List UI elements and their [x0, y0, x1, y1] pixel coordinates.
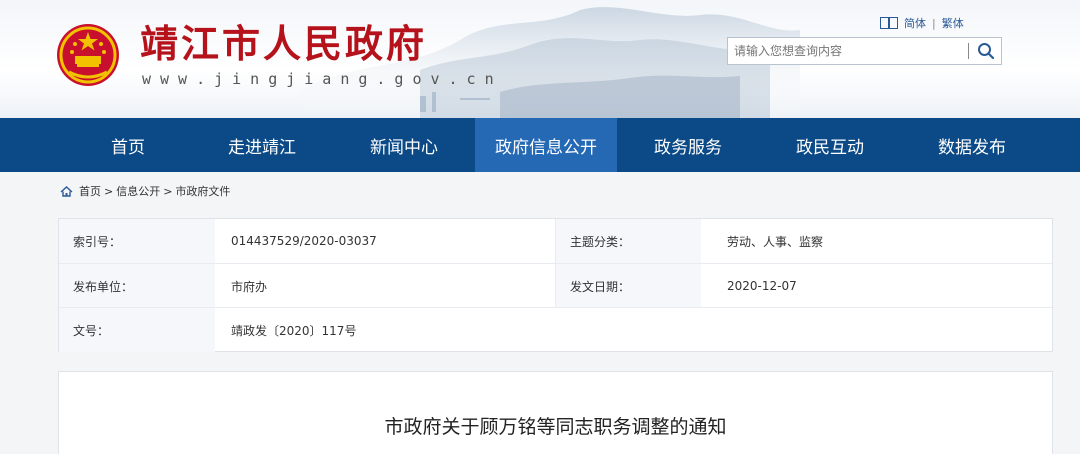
index-label: 索引号：	[59, 219, 215, 263]
language-switch: 简体 | 繁体	[880, 15, 964, 31]
article-panel: 市政府关于顾万铭等同志职务调整的通知	[58, 371, 1053, 454]
breadcrumb-info-link[interactable]: 信息公开	[116, 183, 160, 199]
breadcrumb-current[interactable]: 市政府文件	[175, 183, 230, 199]
meta-row: 索引号： 014437529/2020-03037 主题分类： 劳动、人事、监察	[59, 219, 1052, 263]
lang-simplified-link[interactable]: 简体	[904, 15, 926, 31]
site-url: www.jingjiang.gov.cn	[142, 70, 503, 88]
breadcrumb-separator: >	[163, 184, 173, 198]
index-value: 014437529/2020-03037	[231, 234, 377, 248]
nav-item-about-jingjiang[interactable]: 走进靖江	[191, 118, 333, 172]
breadcrumb: 首页 > 信息公开 > 市政府文件	[60, 183, 230, 199]
nav-item-public-interaction[interactable]: 政民互动	[759, 118, 901, 172]
site-title: 靖江市人民政府	[140, 21, 428, 66]
date-value: 2020-12-07	[727, 279, 797, 293]
publisher-value: 市府办	[231, 279, 268, 294]
search-box	[727, 37, 1002, 65]
search-icon	[978, 43, 995, 60]
nav-item-news-center[interactable]: 新闻中心	[333, 118, 475, 172]
nav-item-data-release[interactable]: 数据发布	[901, 118, 1043, 172]
docno-label: 文号：	[59, 308, 215, 352]
main-nav: 首页 走进靖江 新闻中心 政府信息公开 政务服务 政民互动 数据发布	[0, 118, 1080, 172]
article-title: 市政府关于顾万铭等同志职务调整的通知	[384, 416, 727, 438]
meta-row: 文号： 靖政发〔2020〕117号	[59, 307, 1052, 352]
meta-row: 发布单位： 市府办 发文日期： 2020-12-07	[59, 263, 1052, 308]
home-icon	[60, 185, 73, 197]
search-input[interactable]	[728, 38, 966, 64]
site-header: 靖江市人民政府 www.jingjiang.gov.cn 简体 | 繁体	[0, 0, 1080, 118]
publisher-label: 发布单位：	[59, 264, 215, 308]
date-label: 发文日期：	[555, 264, 701, 308]
lang-separator: |	[932, 16, 936, 30]
nav-item-gov-services[interactable]: 政务服务	[617, 118, 759, 172]
docno-value: 靖政发〔2020〕117号	[231, 323, 357, 338]
nav-item-gov-info-disclosure[interactable]: 政府信息公开	[475, 118, 617, 172]
breadcrumb-home-link[interactable]: 首页	[79, 183, 101, 199]
search-divider	[968, 43, 969, 59]
nav-item-home[interactable]: 首页	[65, 118, 191, 172]
search-button[interactable]	[972, 39, 1000, 63]
topic-value: 劳动、人事、监察	[727, 234, 824, 249]
topic-label: 主题分类：	[555, 219, 701, 263]
lang-traditional-link[interactable]: 繁体	[942, 15, 964, 31]
book-icon	[880, 17, 898, 29]
breadcrumb-separator: >	[104, 184, 114, 198]
document-meta-table: 索引号： 014437529/2020-03037 主题分类： 劳动、人事、监察…	[58, 218, 1053, 352]
national-emblem-logo	[57, 24, 119, 86]
